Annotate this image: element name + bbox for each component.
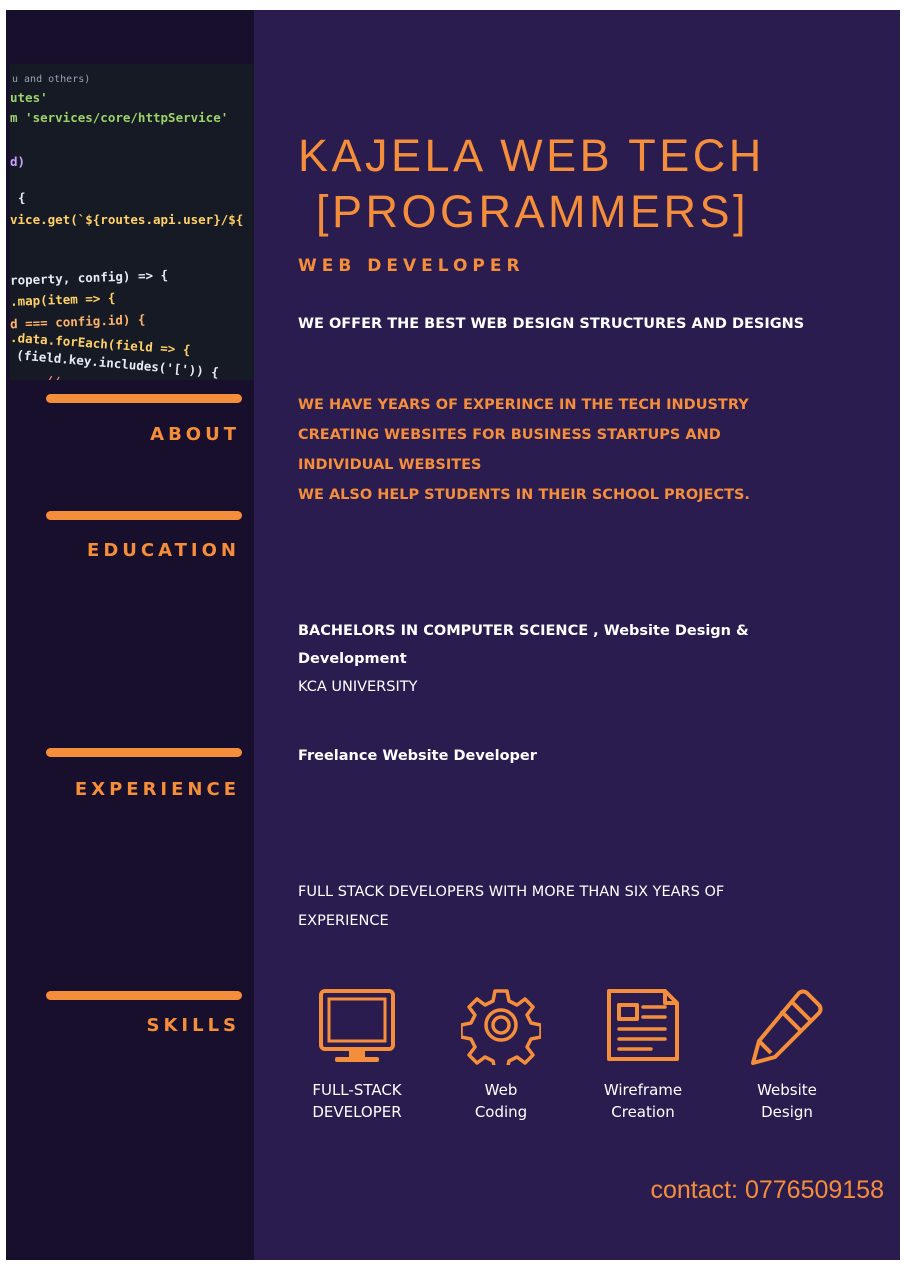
experience-summary: FULL STACK DEVELOPERS WITH MORE THAN SIX…	[298, 884, 725, 929]
section-label-skills: SKILLS	[146, 1015, 240, 1036]
about-line: CREATING WEBSITES FOR BUSINESS STARTUPS …	[298, 427, 721, 443]
skill-item: Web Coding	[438, 985, 564, 1123]
code-line: vice.get(`${routes.api.user}/${	[10, 212, 244, 227]
monitor-icon	[319, 989, 395, 1062]
code-line: utes'	[10, 90, 48, 105]
skill-item: Website Design	[724, 985, 850, 1123]
skill-label-line: DEVELOPER	[312, 1103, 402, 1121]
section-label-experience: EXPERIENCE	[74, 779, 240, 800]
pencil-icon	[751, 989, 823, 1065]
title-line: [PROGRAMMERS]	[316, 186, 750, 237]
skill-item: FULL-STACK DEVELOPER	[294, 985, 420, 1123]
resume-page: u and others) utes' m 'services/core/htt…	[6, 10, 900, 1260]
code-line: d === config.id) {	[10, 311, 146, 332]
code-line: m 'services/core/httpService'	[10, 110, 229, 125]
degree-text: BACHELORS IN COMPUTER SCIENCE , Website …	[298, 623, 749, 667]
about-line: INDIVIDUAL WEBSITES	[298, 457, 482, 473]
skill-item: Wireframe Creation	[580, 985, 706, 1123]
experience-role: Freelance Website Developer	[298, 748, 537, 764]
skill-label-line: Web	[484, 1081, 518, 1099]
title-line: KAJELA WEB TECH	[298, 130, 765, 181]
about-line: WE ALSO HELP STUDENTS IN THEIR SCHOOL PR…	[298, 487, 750, 503]
section-divider-bar	[46, 991, 242, 1000]
skill-label-line: Coding	[474, 1103, 528, 1121]
code-line: .map(item => {	[10, 290, 116, 309]
skill-label: FULL-STACK DEVELOPER	[294, 1079, 420, 1123]
section-label-about: ABOUT	[150, 424, 240, 445]
section-divider-bar	[46, 394, 242, 403]
code-line: {	[18, 190, 26, 205]
section-label-education: EDUCATION	[87, 540, 240, 561]
skill-label: Wireframe Creation	[580, 1079, 706, 1123]
sidebar: u and others) utes' m 'services/core/htt…	[6, 10, 254, 1260]
skill-label: Web Coding	[438, 1079, 564, 1123]
skill-label: Website Design	[724, 1079, 850, 1123]
job-subtitle: WEB DEVELOPER	[298, 256, 525, 276]
contact-phone: contact: 0776509158	[650, 1176, 884, 1204]
skill-label-line: Website	[757, 1081, 817, 1099]
code-screenshot-image: u and others) utes' m 'services/core/htt…	[10, 64, 254, 380]
code-line: u and others)	[12, 74, 91, 85]
tagline: WE OFFER THE BEST WEB DESIGN STRUCTURES …	[298, 316, 805, 332]
document-icon	[607, 989, 679, 1061]
section-divider-bar	[46, 511, 242, 520]
university-text: KCA UNIVERSITY	[298, 679, 418, 695]
skill-label-line: FULL-STACK	[312, 1081, 402, 1099]
gear-icon	[461, 989, 541, 1065]
code-line: // ...	[29, 371, 90, 380]
education-entry: BACHELORS IN COMPUTER SCIENCE , Website …	[298, 617, 818, 701]
section-divider-bar	[46, 748, 242, 757]
skill-label-line: Design	[761, 1103, 813, 1121]
skill-label-line: Wireframe	[603, 1081, 683, 1099]
skill-label-line: Creation	[611, 1103, 675, 1121]
code-line: d)	[10, 154, 26, 169]
about-text: WE HAVE YEARS OF EXPERINCE IN THE TECH I…	[298, 390, 750, 510]
about-line: WE HAVE YEARS OF EXPERINCE IN THE TECH I…	[298, 397, 749, 413]
code-line: roperty, config) => {	[10, 267, 169, 288]
page-title: KAJELA WEB TECH [PROGRAMMERS]	[298, 128, 858, 240]
